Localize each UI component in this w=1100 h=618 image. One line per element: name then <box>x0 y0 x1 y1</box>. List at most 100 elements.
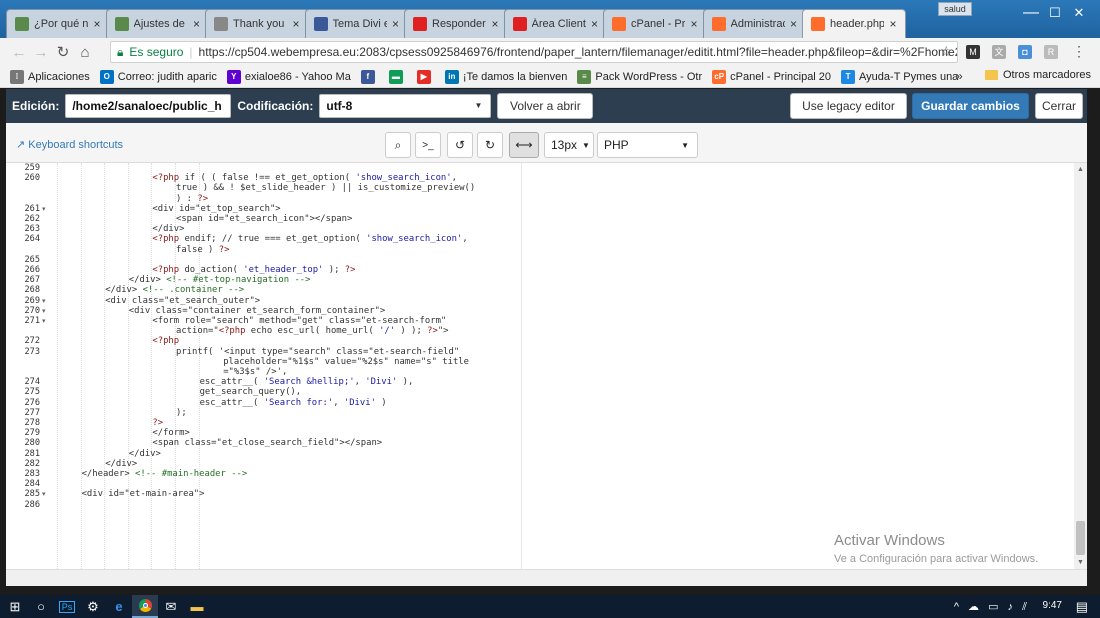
fold-arrow-icon[interactable]: ▾ <box>42 205 46 213</box>
scroll-up-icon[interactable]: ▲ <box>1077 166 1084 173</box>
other-bookmarks[interactable]: Otros marcadores <box>985 69 1091 81</box>
bookmark-item[interactable]: ≡ Pack WordPress - Otr <box>577 69 702 84</box>
font-size-select[interactable]: 13px ▼ <box>544 132 594 158</box>
profile-extension-icon[interactable]: R <box>1044 45 1058 59</box>
bookmark-item[interactable]: Yexialoe86 - Yahoo Ma <box>226 69 351 84</box>
windows-start-icon[interactable]: ⊞ <box>2 595 28 618</box>
file-path-field[interactable]: /home2/sanaloec/public_h <box>65 94 232 118</box>
address-bar[interactable]: 🔒︎ Es seguro | https://cp504.webempresa.… <box>110 41 958 63</box>
legacy-editor-button[interactable]: Use legacy editor <box>790 93 907 119</box>
fold-arrow-icon[interactable]: ▾ <box>42 307 46 315</box>
code-line: ?> <box>152 418 164 428</box>
page-icon <box>214 17 228 31</box>
close-tab-icon[interactable]: × <box>788 17 800 31</box>
reopen-button[interactable]: Volver a abrir <box>497 93 594 119</box>
forward-icon[interactable]: → <box>30 44 52 61</box>
line-number: 273 <box>24 346 40 357</box>
notifications-icon[interactable]: ▤ <box>1076 599 1088 615</box>
extension-icon[interactable]: ◘ <box>1018 45 1032 59</box>
photoshop-icon[interactable]: Ps <box>54 595 80 618</box>
close-tab-icon[interactable]: × <box>91 17 103 31</box>
bookmark-favicon-icon: ⁞ <box>10 69 24 84</box>
chevron-down-icon: ▼ <box>474 101 483 110</box>
close-window-button[interactable]: ✕ <box>1056 0 1100 26</box>
back-icon[interactable]: ← <box>8 44 30 61</box>
close-tab-icon[interactable]: × <box>390 17 402 31</box>
system-tray-icons[interactable]: ^ ☁ ▭ ♪ ⫽ <box>954 600 1030 614</box>
tab-label: Administrad <box>730 18 785 30</box>
reload-icon[interactable]: ↻ <box>52 43 74 61</box>
mail-icon[interactable]: ✉ <box>158 595 184 618</box>
keyboard-shortcuts-link[interactable]: ↗︎ Keyboard shortcuts <box>16 138 123 151</box>
scroll-down-icon[interactable]: ▼ <box>1077 559 1084 566</box>
cpanel-icon <box>811 17 825 31</box>
save-changes-button[interactable]: Guardar cambios <box>912 93 1029 119</box>
mode-select[interactable]: PHP ▼ <box>597 132 698 158</box>
tab-7[interactable]: Administrad × <box>702 9 807 38</box>
close-tab-icon[interactable]: × <box>589 17 601 31</box>
settings-icon[interactable]: ⚙ <box>80 595 106 618</box>
tab-3[interactable]: Tema Divi er× <box>304 9 409 38</box>
code-line: printf( '<input type="search" class="et-… <box>176 346 460 357</box>
bookmark-item[interactable]: ▶ <box>416 69 435 84</box>
goto-line-button[interactable]: >_ <box>415 132 441 158</box>
tab-5[interactable]: Área Cliente× <box>503 9 608 38</box>
tab-4[interactable]: Responder T× <box>404 9 508 38</box>
gmail-extension-icon[interactable]: M <box>966 45 980 59</box>
url-text[interactable]: https://cp504.webempresa.eu:2083/cpsess0… <box>199 45 957 59</box>
chrome-icon[interactable] <box>132 595 158 618</box>
home-icon[interactable]: ⌂ <box>74 44 96 61</box>
tab-1[interactable]: Ajustes de lo× <box>105 9 210 38</box>
tab-8[interactable]: header.php × <box>802 9 906 38</box>
fold-arrow-icon[interactable]: ▾ <box>42 297 46 305</box>
tab-0[interactable]: ¿Por qué nu× <box>6 9 110 38</box>
bookmark-item[interactable]: T Ayuda-T Pymes una <box>841 69 958 84</box>
bookmark-item[interactable]: ⁞ Aplicaciones <box>10 69 90 84</box>
bookmark-star-icon[interactable]: ☆ <box>940 43 953 60</box>
bookmark-label: ¡Te damos la bienven <box>462 70 568 83</box>
code-line: <span id="et_search_icon"></span> <box>176 214 353 224</box>
tab-6[interactable]: cPanel - Prin× <box>603 9 707 38</box>
cortana-icon[interactable]: ○ <box>28 595 54 618</box>
search-button[interactable]: ⌕ <box>385 132 411 158</box>
undo-button[interactable]: ↺ <box>447 132 473 158</box>
translate-extension-icon[interactable]: 文 <box>992 45 1006 59</box>
scrollbar-thumb[interactable] <box>1076 521 1085 555</box>
code-editor[interactable]: ▲ ▼ 259 260 <?php if ( ( false !== et_get_… <box>6 163 1087 569</box>
menu-icon[interactable]: ⋮ <box>1072 43 1086 60</box>
bookmark-item[interactable]: f <box>360 69 379 84</box>
redo-button[interactable]: ↻ <box>477 132 503 158</box>
close-tab-icon[interactable]: × <box>290 17 302 31</box>
close-tab-icon[interactable]: × <box>688 17 700 31</box>
wrap-toggle-button[interactable]: ⟷ <box>509 132 539 158</box>
chevron-down-icon: ▼ <box>681 140 689 150</box>
indent-guide <box>57 163 58 569</box>
close-tab-icon[interactable]: × <box>191 17 203 31</box>
code-line: <div class="container et_search_form_con… <box>128 305 386 316</box>
fold-arrow-icon[interactable]: ▾ <box>42 317 46 325</box>
bookmark-label: exialoe86 - Yahoo Ma <box>244 70 351 83</box>
edge-icon[interactable]: e <box>106 595 132 618</box>
line-number: 284 <box>24 479 40 490</box>
encoding-value: utf-8 <box>326 99 353 113</box>
close-tab-icon[interactable]: × <box>887 17 899 31</box>
vertical-scrollbar[interactable]: ▲ ▼ <box>1074 163 1087 569</box>
bookmark-item[interactable]: in ¡Te damos la bienven <box>444 69 568 84</box>
encoding-select[interactable]: utf-8 ▼ <box>319 94 492 118</box>
code-line: <?php <box>152 336 180 347</box>
close-editor-button[interactable]: Cerrar <box>1035 93 1083 119</box>
bookmarks-overflow[interactable]: » <box>956 69 963 83</box>
file-explorer-icon[interactable]: ▬ <box>184 595 210 618</box>
user-badge[interactable]: salud <box>938 2 972 16</box>
fold-arrow-icon[interactable]: ▾ <box>42 490 46 498</box>
line-number: 283 <box>24 469 40 479</box>
bookmark-item[interactable]: cP cPanel - Principal 20 <box>712 69 832 84</box>
close-tab-icon[interactable]: × <box>489 17 501 31</box>
code-line: <div class="et_search_outer"> <box>105 295 261 306</box>
code-line: <div id="et_top_search"> <box>152 203 281 214</box>
bookmark-favicon-icon: O <box>99 69 114 84</box>
bookmark-item[interactable]: ▬ <box>388 69 407 84</box>
bookmark-item[interactable]: O Correo: judith aparic <box>99 69 217 84</box>
bookmark-label: cPanel - Principal 20 <box>730 70 832 83</box>
tab-2[interactable]: Thank you f × <box>205 9 309 38</box>
